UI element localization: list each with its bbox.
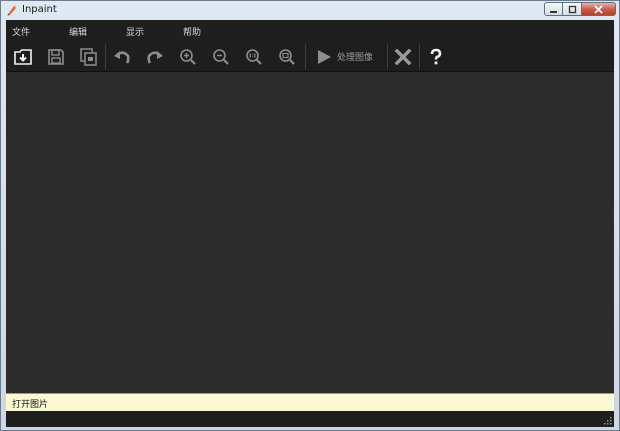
toolbar-separator xyxy=(305,44,306,69)
toolbar: 处理图像 xyxy=(6,42,614,72)
redo-icon xyxy=(147,50,163,64)
zoom-in-icon xyxy=(180,48,196,65)
process-image-label: 处理图像 xyxy=(337,53,374,63)
save-button[interactable] xyxy=(42,43,70,70)
cancel-button[interactable] xyxy=(389,43,417,70)
help-button[interactable] xyxy=(422,43,450,70)
copy-icon xyxy=(80,47,97,66)
play-icon xyxy=(318,49,331,64)
menu-view[interactable]: 显示 xyxy=(126,25,144,38)
menu-bar: 文件 编辑 显示 帮助 xyxy=(6,20,614,42)
save-icon xyxy=(48,48,64,65)
bottom-bar xyxy=(6,411,614,427)
minimize-button[interactable] xyxy=(544,2,563,16)
window-controls xyxy=(544,2,616,17)
menu-edit[interactable]: 编辑 xyxy=(69,25,87,38)
fit-to-window-button[interactable] xyxy=(273,43,301,70)
process-image-button[interactable]: 处理图像 xyxy=(309,43,385,70)
undo-icon xyxy=(114,50,130,64)
window-title: Inpaint xyxy=(22,4,57,15)
undo-button[interactable] xyxy=(108,43,136,70)
redo-button[interactable] xyxy=(141,43,169,70)
close-x-icon xyxy=(394,48,412,65)
status-text: 打开图片 xyxy=(12,400,49,410)
app-window: Inpaint 文件 编辑 显示 帮助 处理图像 打开图片 xyxy=(0,0,620,431)
open-image-button[interactable] xyxy=(9,43,37,70)
image-canvas[interactable] xyxy=(6,72,614,392)
status-bar: 打开图片 xyxy=(6,393,614,411)
minimize-icon xyxy=(550,10,557,13)
actual-size-button[interactable] xyxy=(240,43,268,70)
resize-grip-icon[interactable] xyxy=(603,416,613,426)
copy-button[interactable] xyxy=(75,43,103,70)
title-bar[interactable]: Inpaint xyxy=(1,1,619,20)
open-icon xyxy=(14,48,32,65)
inpaint-app-icon xyxy=(7,5,17,16)
menu-help[interactable]: 帮助 xyxy=(183,25,201,38)
zoom-out-button[interactable] xyxy=(207,43,235,70)
close-button[interactable] xyxy=(582,2,616,16)
zoom-actual-size-icon xyxy=(246,48,262,65)
maximize-button[interactable] xyxy=(563,2,582,16)
toolbar-separator xyxy=(387,44,388,69)
close-icon xyxy=(594,4,603,14)
help-icon xyxy=(430,48,442,64)
toolbar-separator xyxy=(419,44,420,69)
maximize-icon xyxy=(568,5,576,13)
client-area: 文件 编辑 显示 帮助 处理图像 打开图片 xyxy=(6,20,614,427)
zoom-out-icon xyxy=(213,48,229,65)
zoom-in-button[interactable] xyxy=(174,43,202,70)
toolbar-separator xyxy=(105,44,106,69)
zoom-fit-icon xyxy=(279,48,295,65)
menu-file[interactable]: 文件 xyxy=(12,25,30,38)
